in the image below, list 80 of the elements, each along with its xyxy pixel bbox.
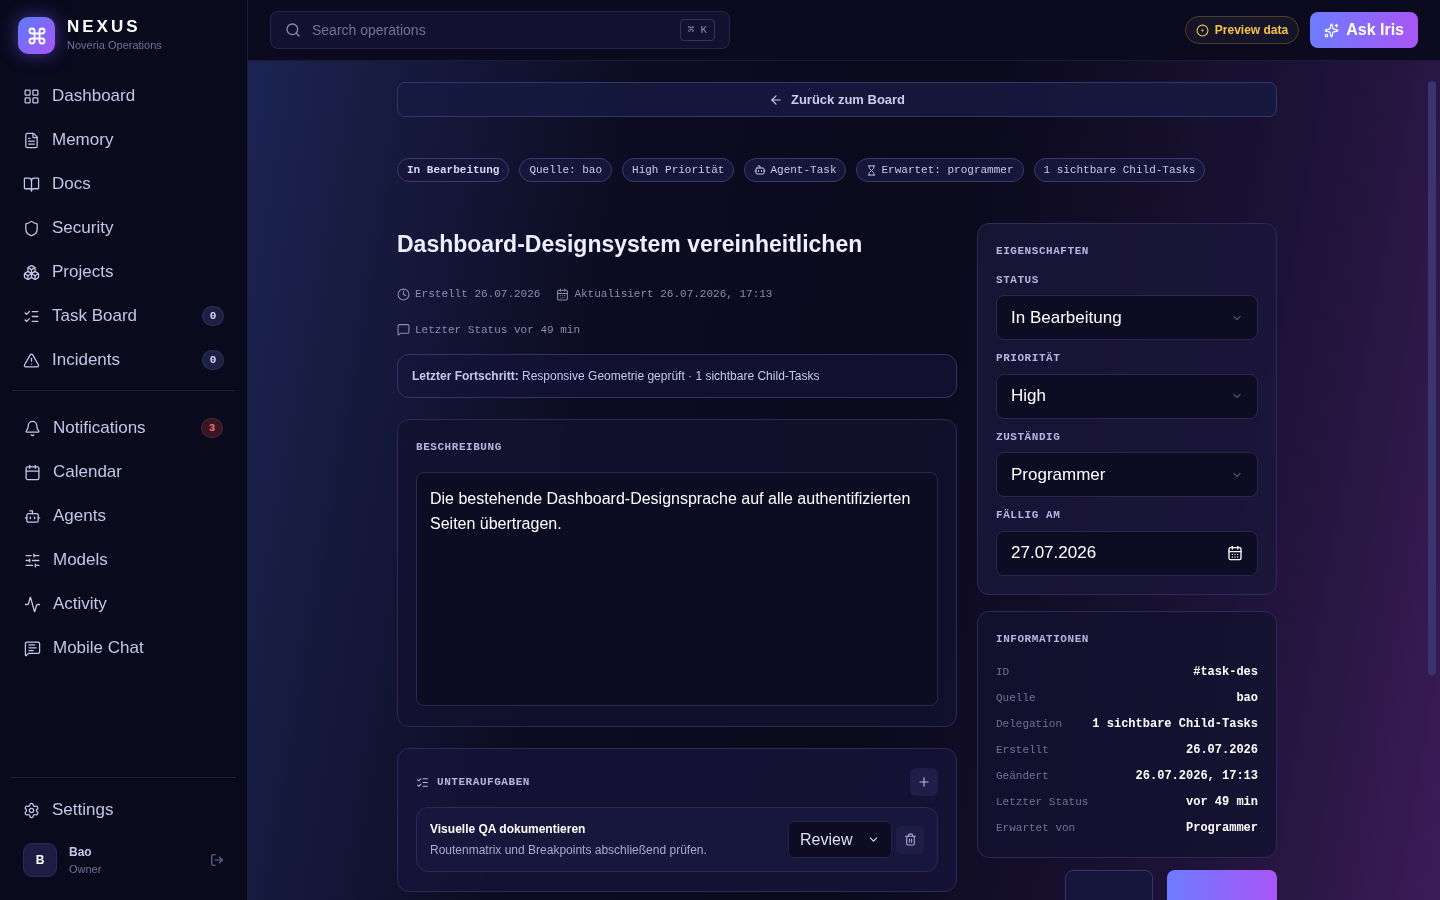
field-label: STATUS: [996, 272, 1040, 288]
nav-item[interactable]: Calendar: [12, 450, 235, 494]
tag: Quelle: bao: [519, 158, 613, 182]
nav-label: Docs: [52, 173, 92, 196]
nav-item[interactable]: Models: [12, 538, 235, 582]
field-label: FÄLLIG AM: [996, 508, 1062, 523]
back-button[interactable]: Zurück zum Board: [397, 82, 1277, 117]
avatar: B: [23, 843, 57, 877]
section-heading: EIGENSCHAFTEN: [996, 244, 1090, 259]
info-value: #task-des: [1193, 664, 1258, 681]
tag: High Priorität: [622, 158, 735, 182]
nav-label: Security: [52, 217, 115, 240]
info-value: vor 49 min: [1186, 794, 1258, 811]
count-badge: 3: [201, 418, 223, 438]
nav-label: Agents: [53, 505, 107, 528]
tag: In Bearbeitung: [397, 158, 510, 182]
count-badge: 0: [202, 350, 224, 370]
nav-label: Activity: [53, 593, 108, 616]
section-heading: INFORMATIONEN: [996, 631, 1090, 647]
progress-note: Letzter Fortschritt: Responsive Geometrie geprüft · 1 sichtbare Child-Tasks: [397, 354, 957, 398]
shortcut-hint: ⌘ K: [679, 19, 715, 41]
brand-subtitle: Noveria Operations: [67, 38, 162, 54]
info-label: Geändert: [996, 768, 1049, 784]
select-field[interactable]: In Bearbeitung: [996, 295, 1258, 340]
tag: Erwartet: programmer: [856, 158, 1024, 182]
created-date: Erstellt 26.07.2026: [415, 287, 541, 302]
nav-item[interactable]: Activity: [12, 582, 235, 626]
info-label: Erstellt: [996, 742, 1049, 758]
select-field[interactable]: Programmer: [996, 452, 1258, 497]
date-field[interactable]: 27.07.2026: [996, 530, 1258, 576]
tag: Agent-Task: [744, 158, 847, 182]
nav-label: Dashboard: [52, 85, 137, 108]
info-label: ID: [996, 664, 1010, 680]
nav-label: Memory: [52, 129, 115, 152]
info-label: Erwartet von: [996, 820, 1076, 836]
info-value: 1 sichtbare Child-Tasks: [1092, 716, 1258, 733]
nav-label: Incidents: [52, 349, 122, 372]
nav-item[interactable]: Incidents 0: [11, 338, 236, 382]
info-label: Quelle: [996, 690, 1036, 706]
ask-iris-button[interactable]: Ask Iris: [1310, 12, 1418, 48]
nav-item[interactable]: Security: [11, 206, 236, 250]
subtask-text: Routenmatrix und Breakpoints abschließend prüfen.: [430, 842, 708, 859]
brand-name: NEXUS: [67, 17, 142, 38]
nav-item[interactable]: Docs: [11, 162, 236, 206]
nav-label: Notifications: [53, 417, 147, 440]
info-label: Letzter Status: [996, 794, 1089, 810]
nav-label: Calendar: [53, 461, 123, 484]
info-value: bao: [1236, 690, 1258, 707]
nav-item[interactable]: Task Board 0: [11, 294, 236, 338]
nav-item[interactable]: Agents: [12, 494, 235, 538]
count-badge: 0: [202, 306, 224, 326]
select-field[interactable]: High: [996, 373, 1258, 419]
field-label: ZUSTÄNDIG: [996, 429, 1062, 445]
nav-item[interactable]: Notifications 3: [12, 406, 235, 450]
nav-item[interactable]: Projects: [11, 250, 236, 294]
info-value: Programmer: [1186, 820, 1258, 837]
info-value: 26.07.2026: [1186, 742, 1258, 759]
info-value: 26.07.2026, 17:13: [1135, 768, 1258, 785]
updated-date: Aktualisiert 26.07.2026, 17:13: [574, 287, 773, 302]
task-title: Dashboard-Designsystem vereinheitlichen: [397, 230, 864, 259]
preview-data-button[interactable]: Preview data: [1184, 16, 1300, 44]
nav-item[interactable]: Mobile Chat: [12, 626, 235, 670]
description-field[interactable]: Die bestehende Dashboard-Designsprache auf alle authentifizierten Seiten übertragen.: [416, 471, 938, 706]
nav-label: Task Board: [52, 305, 139, 328]
nav-label: Projects: [52, 261, 115, 284]
field-label: PRIORITÄT: [996, 351, 1062, 366]
user-name: Bao: [69, 843, 93, 861]
settings-link[interactable]: Settings: [11, 788, 236, 832]
subtask-title: Visuelle QA dokumentieren: [430, 821, 587, 838]
section-heading: UNTERAUFGABEN: [437, 774, 531, 790]
status-select[interactable]: Review: [788, 821, 892, 858]
user-role: Owner: [69, 861, 103, 877]
last-status: Letzter Status vor 49 min: [415, 322, 581, 338]
nav-label: Mobile Chat: [53, 637, 145, 660]
section-heading: BESCHREIBUNG: [416, 440, 503, 455]
tag: 1 sichtbare Child-Tasks: [1033, 158, 1206, 182]
nav-label: Models: [53, 549, 109, 572]
nav-item[interactable]: Memory: [11, 118, 236, 162]
info-label: Delegation: [996, 716, 1062, 732]
nav-item[interactable]: Dashboard: [11, 74, 236, 118]
